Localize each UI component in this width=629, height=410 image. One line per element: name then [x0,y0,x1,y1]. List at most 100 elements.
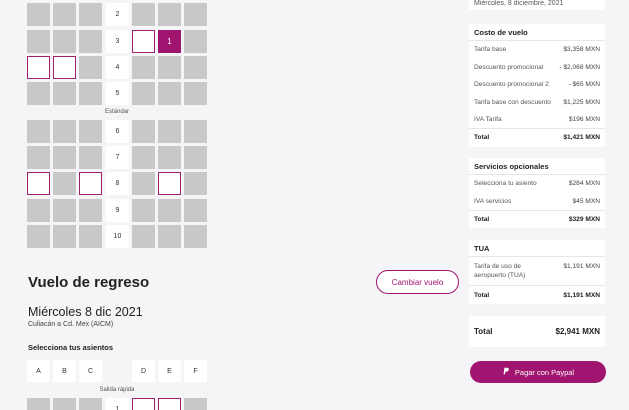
seat[interactable] [79,398,102,410]
seat[interactable] [79,120,102,143]
seat[interactable] [79,56,102,79]
seat[interactable] [27,3,50,26]
tua-line: Tarifa de uso de aeropuerto (TUA) $1,191 … [469,257,605,285]
seat[interactable] [158,146,181,169]
section-label-standard: Estándar [104,109,129,115]
line-value: $1,225 MXN [563,98,600,106]
seat[interactable] [27,56,50,79]
seat[interactable] [53,82,76,105]
seat[interactable] [27,146,50,169]
services-total: Total $329 MXN [469,210,605,228]
change-flight-button[interactable]: Cambiar vuelo [376,270,459,294]
flight-cost-card: Costo de vuelo Tarifa base $3,358 MXN Des… [469,24,605,147]
optional-services-card: Servicios opcionales Selecciona tu asien… [469,158,605,228]
seat[interactable] [27,225,50,248]
column-header-a: A [27,360,50,382]
line-value: $45 MXN [572,197,601,205]
seat[interactable] [132,199,155,222]
tua-total: Total $1,191 MXN [469,285,605,304]
service-line: Selecciona tu asiento $284 MXN [469,175,605,193]
seat[interactable] [53,146,76,169]
seat[interactable] [27,82,50,105]
selected-seat[interactable]: 1 [158,30,181,53]
seat[interactable] [53,398,76,410]
seat[interactable] [184,3,207,26]
row-number: 8 [106,172,129,195]
seat[interactable] [184,225,207,248]
seat[interactable] [27,199,50,222]
seat[interactable] [132,30,155,53]
seat[interactable] [79,199,102,222]
seat[interactable] [184,172,207,195]
line-label: Tarifa base [474,46,507,54]
seat[interactable] [184,120,207,143]
seat[interactable] [27,172,50,195]
seat[interactable] [132,146,155,169]
total-value: $1,421 MXN [563,134,600,141]
seat[interactable] [184,56,207,79]
line-value: $284 MXN [568,180,600,188]
seat[interactable] [184,199,207,222]
grand-total-label: Total [474,327,493,336]
column-header-b: B [53,360,76,382]
cost-line: Descuento promocional - $2,068 MXN [469,59,605,77]
row-number: 2 [106,3,129,26]
seat[interactable] [158,120,181,143]
seat[interactable] [158,398,181,410]
cost-line: Descuento promocional 2 - $65 MXN [469,76,605,94]
seat[interactable] [184,30,207,53]
seat[interactable] [184,146,207,169]
seat[interactable] [53,30,76,53]
seat[interactable] [79,3,102,26]
seat[interactable] [158,225,181,248]
seat[interactable] [79,82,102,105]
grand-total-value: $2,941 MXN [555,327,600,336]
line-value: - $2,068 MXN [559,63,600,71]
line-value: $3,358 MXN [563,46,600,54]
total-label: Total [474,291,490,299]
seat[interactable] [53,225,76,248]
service-line: IVA servicios $45 MXN [469,193,605,211]
seat[interactable] [27,120,50,143]
total-label: Total [474,134,490,141]
seat[interactable] [53,120,76,143]
line-label: Selecciona tu asiento [474,180,537,188]
seat[interactable] [184,398,207,410]
seat[interactable] [53,172,76,195]
return-flight-date: Miércoles 8 dic 2021 [28,305,143,319]
seat[interactable] [158,172,181,195]
seat[interactable] [79,225,102,248]
seat[interactable] [79,146,102,169]
seat[interactable] [158,82,181,105]
column-header-c: C [79,360,102,382]
seat[interactable] [79,172,102,195]
seat[interactable] [27,30,50,53]
seat[interactable] [184,82,207,105]
seat[interactable] [132,120,155,143]
seat[interactable] [53,199,76,222]
pay-with-paypal-button[interactable]: Pagar con Paypal [470,361,606,383]
seat[interactable] [132,225,155,248]
seat[interactable] [158,199,181,222]
grand-total: Total $2,941 MXN [469,316,605,347]
total-value: $1,191 MXN [563,291,600,299]
seat[interactable] [53,56,76,79]
seat[interactable] [27,398,50,410]
seat[interactable] [132,398,155,410]
card-title: TUA [469,240,605,257]
seat[interactable] [53,3,76,26]
seat[interactable] [132,172,155,195]
seat[interactable] [158,3,181,26]
row-number: 6 [106,120,129,143]
cost-total: Total $1,421 MXN [469,128,605,146]
cost-line: IVA Tarifa $196 MXN [469,111,605,128]
line-label: Tarifa de uso de aeropuerto (TUA) [474,263,526,279]
seat[interactable] [132,82,155,105]
select-seats-label: Selecciona tus asientos [28,343,114,352]
column-header-f: F [184,360,207,382]
seat[interactable] [158,56,181,79]
cost-line: Tarifa base $3,358 MXN [469,41,605,59]
seat[interactable] [132,56,155,79]
seat[interactable] [132,3,155,26]
seat[interactable] [79,30,102,53]
